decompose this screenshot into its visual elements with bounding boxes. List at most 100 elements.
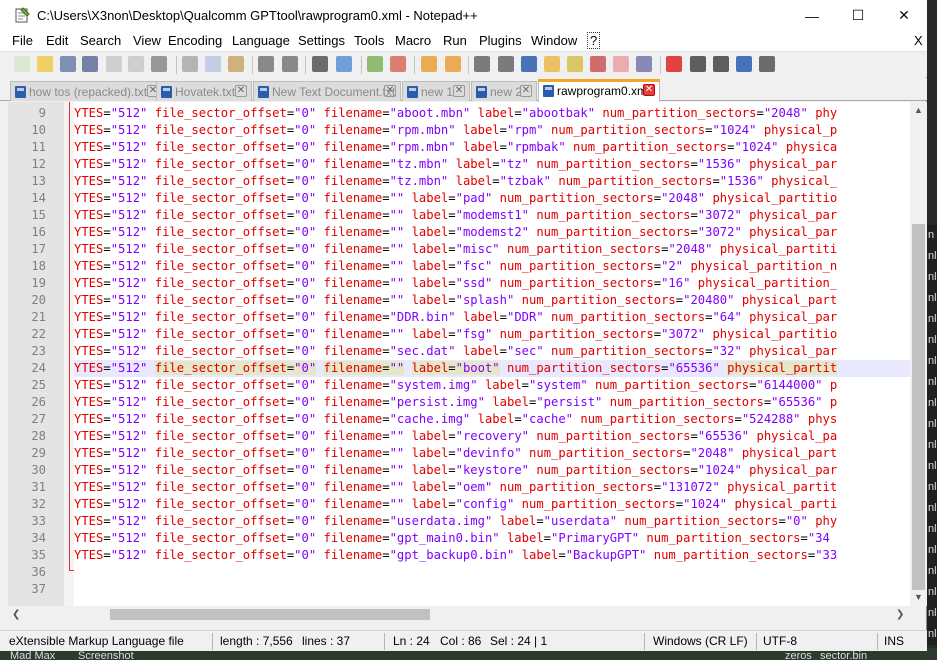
- tab-close-icon[interactable]: ✕: [643, 84, 655, 96]
- code-line[interactable]: YTES="512" file_sector_offset="0" filena…: [74, 173, 910, 190]
- tab-how-tos-repacked-txt[interactable]: how tos (repacked).txt ✕: [10, 81, 164, 101]
- vertical-scroll-thumb[interactable]: [912, 224, 925, 590]
- code-line[interactable]: [74, 581, 910, 598]
- zoom-out-icon[interactable]: [390, 56, 406, 72]
- udl-icon[interactable]: [544, 56, 560, 72]
- indent-guide-icon[interactable]: [521, 56, 537, 72]
- monitor-icon[interactable]: [636, 56, 652, 72]
- code-line[interactable]: YTES="512" file_sector_offset="0" filena…: [74, 309, 910, 326]
- close-icon[interactable]: [106, 56, 122, 72]
- close-button[interactable]: ✕: [881, 0, 927, 31]
- scroll-right-arrow-icon[interactable]: ❯: [896, 609, 904, 620]
- close-all-icon[interactable]: [128, 56, 144, 72]
- copy-icon[interactable]: [205, 56, 221, 72]
- menu-plugins[interactable]: Plugins: [479, 33, 522, 48]
- menu-window[interactable]: Window: [531, 33, 577, 48]
- editor-area[interactable]: 9 10 11 12 13 14 15 16 17 18 19 20 21 22 23 24 25 26 27 28 2…: [8, 102, 927, 606]
- code-line[interactable]: [74, 564, 910, 581]
- status-encoding[interactable]: UTF-8: [763, 634, 797, 648]
- scroll-up-arrow-icon[interactable]: ▲: [914, 105, 923, 115]
- maximize-button[interactable]: ☐: [835, 0, 881, 31]
- scroll-left-arrow-icon[interactable]: ❮: [12, 609, 20, 620]
- code-line[interactable]: YTES="512" file_sector_offset="0" filena…: [74, 224, 910, 241]
- tab-new-1[interactable]: new 1 ✕: [402, 81, 470, 101]
- function-list-icon[interactable]: [590, 56, 606, 72]
- tab-close-icon[interactable]: ✕: [520, 85, 532, 97]
- code-line[interactable]: YTES="512" file_sector_offset="0" filena…: [74, 292, 910, 309]
- save-icon[interactable]: [60, 56, 76, 72]
- tab-close-icon[interactable]: ✕: [384, 85, 396, 97]
- code-line[interactable]: YTES="512" file_sector_offset="0" filena…: [74, 445, 910, 462]
- save-macro-icon[interactable]: [759, 56, 775, 72]
- zoom-in-icon[interactable]: [367, 56, 383, 72]
- play-macro-icon[interactable]: [713, 56, 729, 72]
- code-line[interactable]: YTES="512" file_sector_offset="0" filena…: [74, 411, 910, 428]
- status-eol[interactable]: Windows (CR LF): [653, 634, 748, 648]
- save-all-icon[interactable]: [82, 56, 98, 72]
- menu-macro[interactable]: Macro: [395, 33, 431, 48]
- menu-search[interactable]: Search: [80, 33, 121, 48]
- record-macro-icon[interactable]: [666, 56, 682, 72]
- code-line[interactable]: YTES="512" file_sector_offset="0" filena…: [74, 275, 910, 292]
- run-macro-multiple-icon[interactable]: [736, 56, 752, 72]
- tab-new-2[interactable]: new 2 ✕: [471, 81, 537, 101]
- vertical-scrollbar[interactable]: ▲ ▼: [910, 102, 927, 606]
- code-line[interactable]: YTES="512" file_sector_offset="0" filena…: [74, 479, 910, 496]
- code-line[interactable]: YTES="512" file_sector_offset="0" filena…: [74, 394, 910, 411]
- sync-vertical-icon[interactable]: [421, 56, 437, 72]
- menu-language[interactable]: Language: [232, 33, 290, 48]
- replace-icon[interactable]: [336, 56, 352, 72]
- menu-tools[interactable]: Tools: [354, 33, 384, 48]
- code-text[interactable]: YTES="512" file_sector_offset="0" filena…: [74, 105, 910, 603]
- scroll-down-arrow-icon[interactable]: ▼: [914, 592, 923, 602]
- close-document-button[interactable]: X: [914, 33, 923, 48]
- code-line[interactable]: YTES="512" file_sector_offset="0" filena…: [74, 139, 910, 156]
- horizontal-scroll-thumb[interactable]: [110, 609, 430, 620]
- tab-rawprogram0-xml[interactable]: rawprogram0.xml ✕: [538, 79, 660, 102]
- menu-edit[interactable]: Edit: [46, 33, 68, 48]
- code-line[interactable]: YTES="512" file_sector_offset="0" filena…: [74, 326, 910, 343]
- sync-horizontal-icon[interactable]: [445, 56, 461, 72]
- code-line[interactable]: YTES="512" file_sector_offset="0" filena…: [74, 462, 910, 479]
- paste-icon[interactable]: [228, 56, 244, 72]
- code-line[interactable]: YTES="512" file_sector_offset="0" filena…: [74, 360, 910, 377]
- code-line[interactable]: YTES="512" file_sector_offset="0" filena…: [74, 156, 910, 173]
- minimize-button[interactable]: —: [789, 0, 835, 31]
- redo-icon[interactable]: [282, 56, 298, 72]
- code-line[interactable]: YTES="512" file_sector_offset="0" filena…: [74, 428, 910, 445]
- cut-icon[interactable]: [182, 56, 198, 72]
- code-line[interactable]: YTES="512" file_sector_offset="0" filena…: [74, 530, 910, 547]
- tab-hovatek-txt[interactable]: Hovatek.txt ✕: [156, 81, 252, 101]
- code-line[interactable]: YTES="512" file_sector_offset="0" filena…: [74, 547, 910, 564]
- open-file-icon[interactable]: [37, 56, 53, 72]
- menu-encoding[interactable]: Encoding: [168, 33, 222, 48]
- menu-help[interactable]: ?: [587, 32, 601, 49]
- tab-new-text-document-txt[interactable]: New Text Document.txt ✕: [253, 81, 401, 101]
- menu-view[interactable]: View: [133, 33, 161, 48]
- show-all-chars-icon[interactable]: [498, 56, 514, 72]
- menu-file[interactable]: File: [12, 33, 33, 48]
- tab-close-icon[interactable]: ✕: [453, 85, 465, 97]
- code-line[interactable]: YTES="512" file_sector_offset="0" filena…: [74, 190, 910, 207]
- code-line[interactable]: YTES="512" file_sector_offset="0" filena…: [74, 207, 910, 224]
- word-wrap-icon[interactable]: [474, 56, 490, 72]
- code-line[interactable]: YTES="512" file_sector_offset="0" filena…: [74, 258, 910, 275]
- find-icon[interactable]: [312, 56, 328, 72]
- stop-macro-icon[interactable]: [690, 56, 706, 72]
- code-line[interactable]: YTES="512" file_sector_offset="0" filena…: [74, 105, 910, 122]
- menu-run[interactable]: Run: [443, 33, 467, 48]
- print-icon[interactable]: [151, 56, 167, 72]
- code-line[interactable]: YTES="512" file_sector_offset="0" filena…: [74, 513, 910, 530]
- undo-icon[interactable]: [258, 56, 274, 72]
- code-line[interactable]: YTES="512" file_sector_offset="0" filena…: [74, 343, 910, 360]
- tab-close-icon[interactable]: ✕: [235, 85, 247, 97]
- code-line[interactable]: YTES="512" file_sector_offset="0" filena…: [74, 496, 910, 513]
- folder-workspace-icon[interactable]: [613, 56, 629, 72]
- new-file-icon[interactable]: [14, 56, 30, 72]
- doc-map-icon[interactable]: [567, 56, 583, 72]
- code-line[interactable]: YTES="512" file_sector_offset="0" filena…: [74, 241, 910, 258]
- code-line[interactable]: YTES="512" file_sector_offset="0" filena…: [74, 122, 910, 139]
- code-line[interactable]: YTES="512" file_sector_offset="0" filena…: [74, 377, 910, 394]
- horizontal-scrollbar[interactable]: ❮ ❯: [8, 606, 910, 623]
- menu-settings[interactable]: Settings: [298, 33, 345, 48]
